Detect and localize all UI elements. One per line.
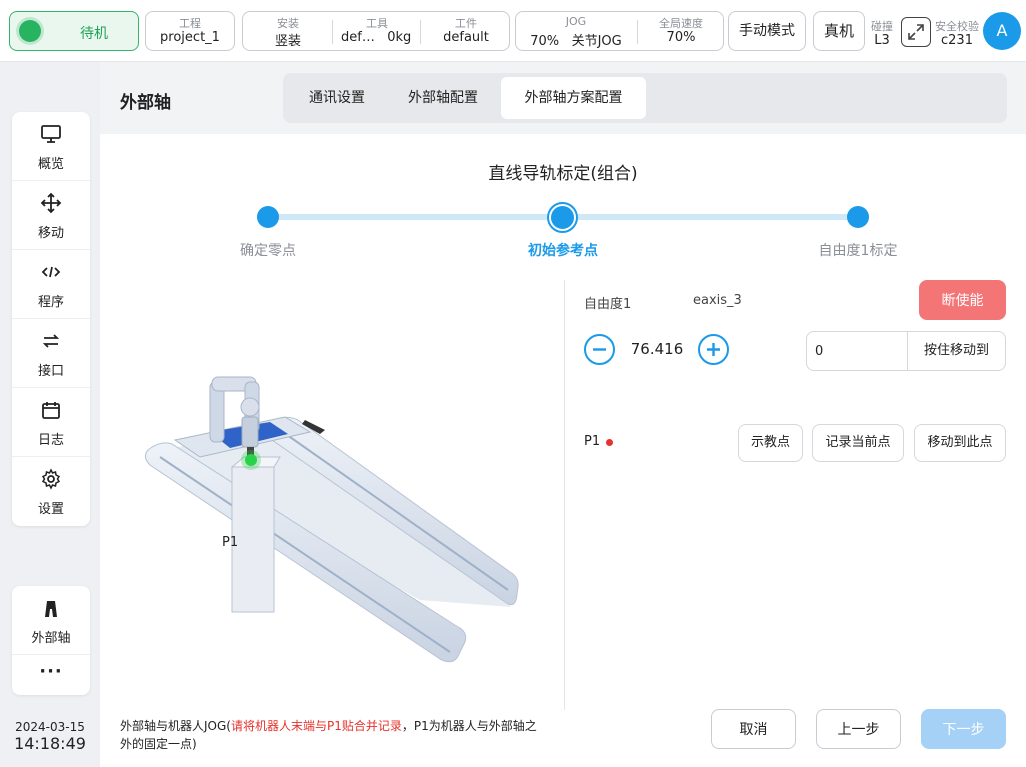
step-label-active: 初始参考点 [528, 243, 598, 259]
sidebar-item-interface[interactable]: 接口 [12, 319, 90, 388]
instruction-note: 外部轴与机器人JOG(请将机器人末端与P1贴合并记录，P1为机器人与外部轴之外的… [120, 717, 546, 753]
linear-rail-robot-image [144, 376, 519, 663]
step-dot-1 [257, 206, 279, 228]
step-dot-2-active [549, 204, 576, 231]
safety-key: 安全校验 [935, 20, 979, 33]
dof-label: 自由度1 [584, 297, 632, 312]
sidebar-nav: 概览 移动 程序 接口 日志 设置 [12, 112, 90, 526]
panel-divider [564, 280, 565, 710]
wizard-title: 直线导轨标定(组合) [488, 164, 638, 184]
project-key: 工程 [179, 17, 201, 30]
fullscreen-icon[interactable] [901, 17, 931, 47]
gear-icon [41, 468, 61, 490]
sidebar-item-label: 外部轴 [31, 631, 71, 646]
tab-external-axis-config[interactable]: 外部轴配置 [391, 77, 495, 119]
step-label: 自由度1标定 [818, 243, 898, 259]
jog-speed-card[interactable]: JOG 70% 关节JOG 全局速度 70% [515, 11, 724, 51]
robot-status-indicator[interactable]: 待机 [9, 11, 139, 51]
sidebar-secondary: 外部轴 ··· [12, 586, 90, 695]
top-status-bar: 待机 工程 project_1 安装 竖装 工具 def… 0kg 工件 def… [0, 0, 1026, 62]
mount-value: 竖装 [274, 34, 301, 49]
p1-marker-label: P1 [222, 535, 239, 550]
calendar-icon [42, 402, 60, 419]
date-label: 2024-03-15 [15, 720, 85, 734]
monitor-icon [41, 125, 61, 143]
project-value: project_1 [160, 30, 220, 45]
sidebar-item-overview[interactable]: 概览 [12, 112, 90, 181]
jog-value: 70% 关节JOG [530, 34, 622, 49]
main-panel: 外部轴 通讯设置 外部轴配置 外部轴方案配置 直线导轨标定(组合) 确定零点 初… [100, 62, 1026, 767]
sidebar-item-more[interactable]: ··· [12, 655, 90, 695]
page-title: 外部轴 [120, 93, 171, 113]
tab-bar: 通讯设置 外部轴配置 外部轴方案配置 [283, 73, 1007, 123]
tab-scheme-config[interactable]: 外部轴方案配置 [501, 77, 646, 119]
rail-illustration: P1 [120, 362, 540, 692]
global-speed-value: 70% [666, 30, 696, 45]
sidebar-item-move[interactable]: 移动 [12, 181, 90, 250]
collision-key: 碰撞 [871, 20, 893, 33]
plus-icon [707, 343, 720, 356]
next-step-button[interactable]: 下一步 [921, 709, 1006, 749]
record-current-point-button[interactable]: 记录当前点 [812, 424, 904, 462]
collision-value: L3 [874, 33, 890, 48]
sidebar-item-label: 接口 [37, 364, 64, 379]
page-header: 外部轴 通讯设置 外部轴配置 外部轴方案配置 [100, 62, 1026, 134]
target-position-input[interactable] [815, 338, 903, 364]
sidebar-item-label: 设置 [37, 502, 64, 517]
external-axis-icon [45, 601, 57, 617]
sidebar-item-settings[interactable]: 设置 [12, 457, 90, 526]
note-prefix: 外部轴与机器人JOG( [120, 719, 231, 733]
step-label: 确定零点 [240, 243, 296, 259]
sidebar-item-external-axis[interactable]: 外部轴 [12, 586, 90, 655]
dof-value: 76.416 [630, 340, 684, 358]
move-icon [40, 192, 62, 214]
sidebar-item-label: 概览 [37, 157, 64, 172]
workpiece-value: default [443, 30, 489, 45]
safety-check[interactable]: 安全校验 c231 [933, 15, 981, 53]
increment-button[interactable] [698, 334, 729, 365]
tab-communication[interactable]: 通讯设置 [289, 77, 385, 119]
real-robot-button[interactable]: 真机 [813, 11, 865, 51]
workpiece-key: 工件 [455, 17, 477, 30]
point-label: P1 [584, 434, 601, 449]
sidebar-item-log[interactable]: 日志 [12, 388, 90, 457]
hold-move-to-button[interactable]: 按住移动到 [908, 332, 1005, 370]
note-highlight: 请将机器人末端与P1贴合并记录 [230, 719, 402, 733]
minus-icon [593, 348, 606, 351]
move-to-point-button[interactable]: 移动到此点 [914, 424, 1006, 462]
avatar[interactable]: A [983, 12, 1021, 50]
teach-point-button[interactable]: 示教点 [738, 424, 803, 462]
code-icon [41, 266, 61, 278]
point-status-dot [606, 439, 613, 446]
more-icon: ··· [39, 661, 63, 682]
swap-icon [42, 334, 60, 348]
manual-mode-button[interactable]: 手动模式 [728, 11, 806, 51]
status-label: 待机 [80, 26, 108, 42]
status-dot-icon [19, 20, 41, 42]
tool-key: 工具 [366, 17, 388, 30]
global-speed-key: 全局速度 [659, 17, 703, 30]
sidebar-item-program[interactable]: 程序 [12, 250, 90, 319]
decrement-button[interactable] [584, 334, 615, 365]
safety-value: c231 [941, 33, 973, 48]
previous-step-button[interactable]: 上一步 [816, 709, 901, 749]
mount-tool-workpiece-card[interactable]: 安装 竖装 工具 def… 0kg 工件 default [242, 11, 510, 51]
project-card[interactable]: 工程 project_1 [145, 11, 235, 51]
mount-key: 安装 [277, 17, 299, 30]
sidebar-item-label: 移动 [37, 226, 64, 241]
tool-value: def… 0kg [341, 30, 412, 45]
sidebar-item-label: 日志 [37, 433, 64, 448]
disable-button[interactable]: 断使能 [919, 280, 1006, 320]
cancel-button[interactable]: 取消 [711, 709, 796, 749]
time-label: 14:18:49 [14, 734, 86, 753]
sidebar-item-label: 程序 [37, 295, 64, 310]
jog-key: JOG [565, 15, 587, 28]
dof-axis-name: eaxis_3 [693, 293, 742, 308]
move-to-group: 按住移动到 [806, 331, 1006, 371]
step-dot-3 [847, 206, 869, 228]
collision-level[interactable]: 碰撞 L3 [866, 15, 898, 53]
